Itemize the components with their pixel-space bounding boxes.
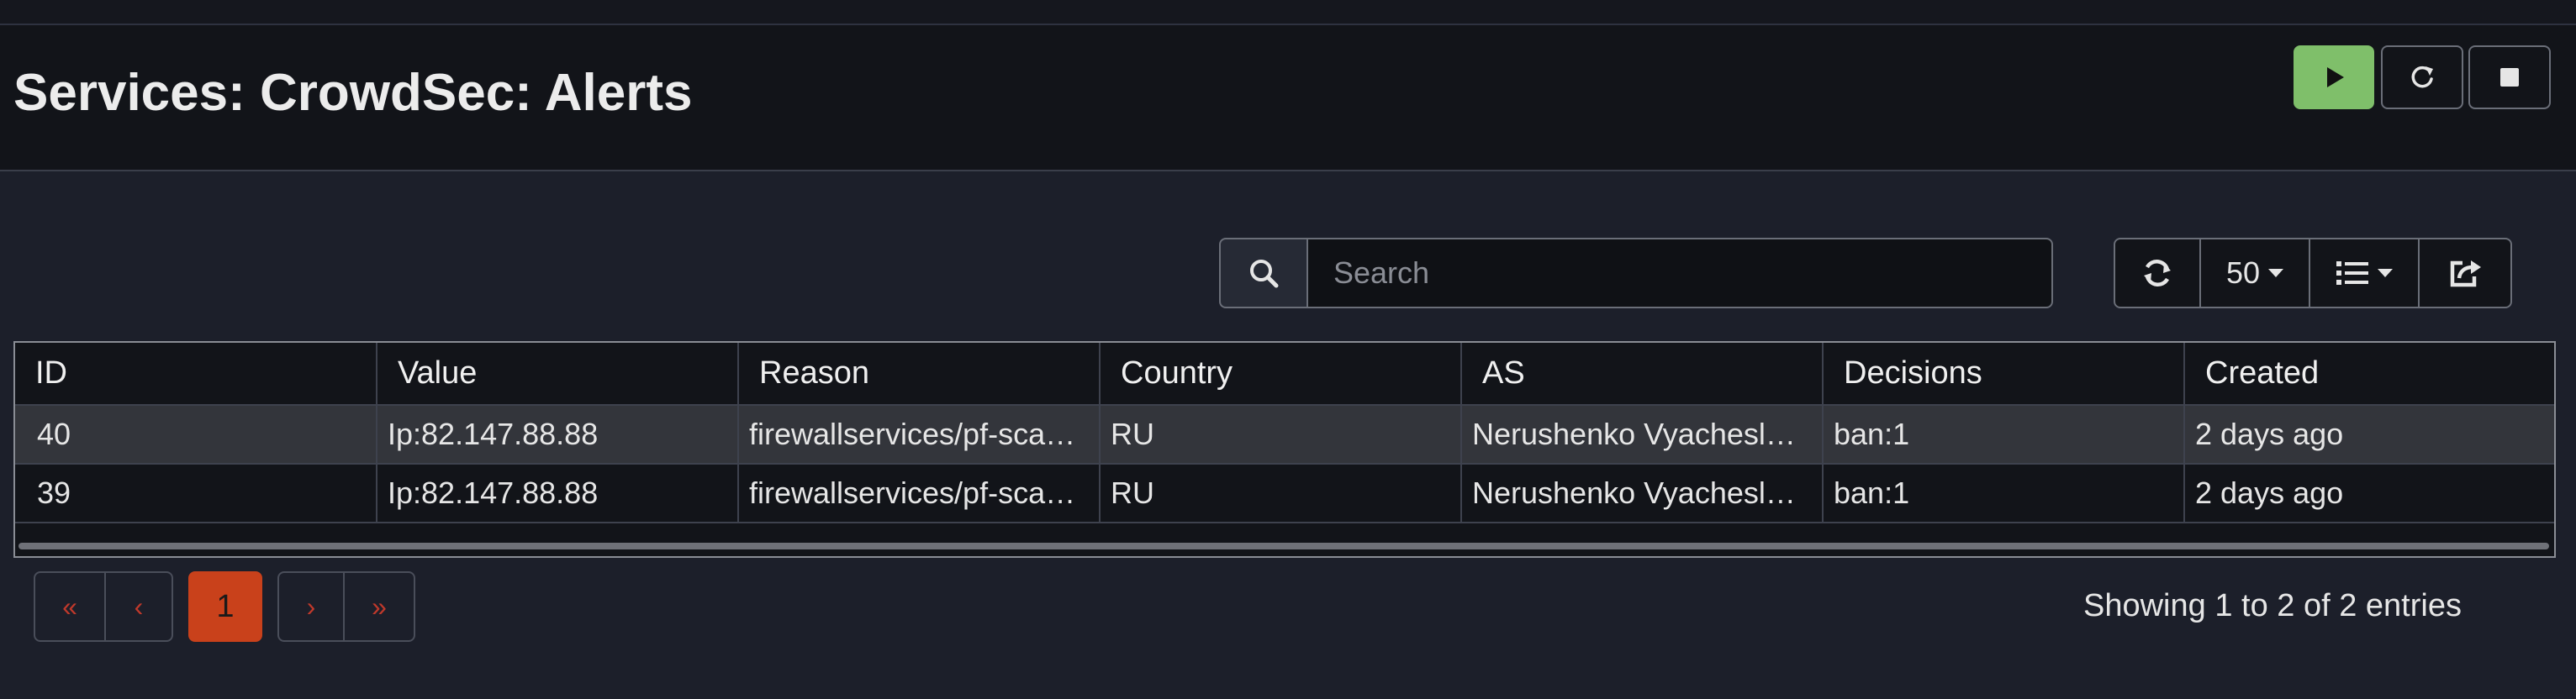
search-input[interactable] — [1306, 238, 2053, 308]
horizontal-scrollbar[interactable] — [18, 543, 2549, 549]
grid-toolbar: 50 — [2114, 238, 2512, 308]
next-page-button[interactable]: › — [277, 571, 345, 642]
table-header-row: ID Value Reason Country AS Decisions Cre… — [15, 343, 2554, 406]
entries-info: Showing 1 to 2 of 2 entries — [2083, 588, 2462, 623]
column-header-country[interactable]: Country — [1100, 343, 1462, 406]
search-box — [1219, 238, 2053, 308]
export-button[interactable] — [2420, 238, 2512, 308]
last-page-button[interactable]: » — [345, 571, 415, 642]
pagination: « ‹ 1 › » — [34, 571, 415, 642]
stop-service-button[interactable] — [2468, 45, 2551, 109]
columns-dropdown[interactable] — [2310, 238, 2420, 308]
restart-service-button[interactable] — [2381, 45, 2463, 109]
page-size-dropdown[interactable]: 50 — [2201, 238, 2310, 308]
cell-id: 39 — [15, 464, 377, 523]
column-header-value[interactable]: Value — [377, 343, 739, 406]
previous-page-button[interactable]: ‹ — [106, 571, 173, 642]
cell-decisions: ban:1 — [1823, 405, 2185, 465]
column-header-reason[interactable]: Reason — [738, 343, 1101, 406]
start-service-button[interactable] — [2294, 45, 2374, 109]
refresh-icon — [2144, 259, 2171, 287]
table-row[interactable]: 40 Ip:82.147.88.88 firewallservices/pf-s… — [15, 405, 2554, 465]
cell-as: Nerushenko Vyachesla… — [1461, 405, 1824, 465]
page-header: Services: CrowdSec: Alerts — [0, 25, 2576, 171]
column-header-as[interactable]: AS — [1461, 343, 1824, 406]
top-bar — [0, 0, 2576, 25]
cell-created: 2 days ago — [2184, 464, 2554, 523]
cell-reason: firewallservices/pf-sca… — [738, 464, 1101, 523]
page-1-button[interactable]: 1 — [188, 571, 262, 642]
cell-reason: firewallservices/pf-sca… — [738, 405, 1101, 465]
cell-value: Ip:82.147.88.88 — [377, 405, 739, 465]
table-row[interactable]: 39 Ip:82.147.88.88 firewallservices/pf-s… — [15, 464, 2554, 523]
cell-created: 2 days ago — [2184, 405, 2554, 465]
search-icon — [1250, 260, 1279, 288]
chevron-down-icon — [2378, 269, 2393, 277]
reload-icon — [2411, 66, 2433, 88]
column-header-decisions[interactable]: Decisions — [1823, 343, 2185, 406]
list-icon — [2336, 261, 2368, 285]
page-size-value: 50 — [2225, 255, 2261, 290]
cell-as: Nerushenko Vyachesla… — [1461, 464, 1824, 523]
first-page-button[interactable]: « — [34, 571, 106, 642]
cell-value: Ip:82.147.88.88 — [377, 464, 739, 523]
cell-decisions: ban:1 — [1823, 464, 2185, 523]
page-title: Services: CrowdSec: Alerts — [13, 64, 693, 122]
cell-id: 40 — [15, 405, 377, 465]
column-header-id[interactable]: ID — [15, 343, 377, 406]
refresh-button[interactable] — [2114, 238, 2201, 308]
column-header-created[interactable]: Created — [2184, 343, 2554, 406]
alerts-table: ID Value Reason Country AS Decisions Cre… — [13, 341, 2556, 558]
stop-icon — [2500, 68, 2519, 87]
search-button[interactable] — [1219, 238, 1306, 308]
export-icon — [2450, 260, 2481, 287]
cell-country: RU — [1100, 464, 1462, 523]
play-icon — [2327, 67, 2344, 87]
chevron-down-icon — [2268, 269, 2284, 277]
cell-country: RU — [1100, 405, 1462, 465]
